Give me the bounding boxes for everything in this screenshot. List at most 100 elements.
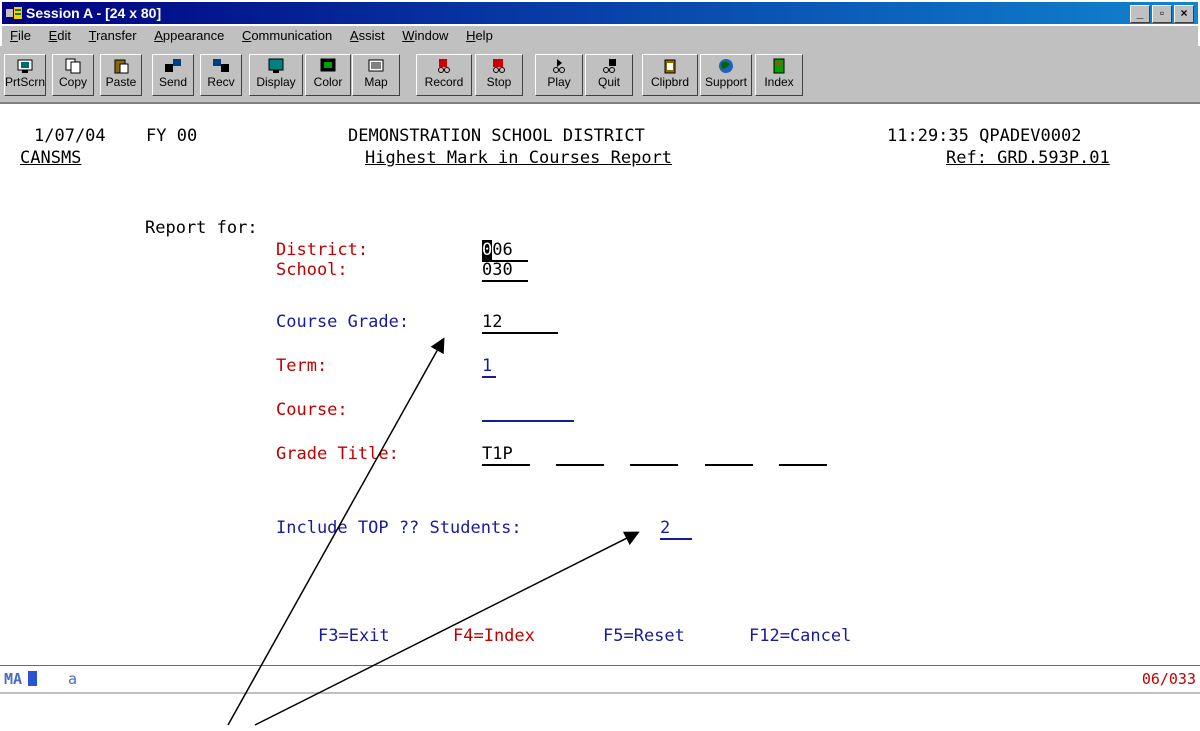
- course-label: Course:: [276, 400, 348, 420]
- f4-index-key[interactable]: F4=Index: [453, 626, 535, 646]
- menu-assist[interactable]: Assist: [350, 28, 385, 43]
- play-icon: [536, 58, 582, 74]
- menu-bar: File Edit Transfer Appearance Communicat…: [2, 26, 1198, 46]
- school-field[interactable]: 030: [482, 260, 528, 282]
- display-toolbar-button[interactable]: Display: [249, 54, 303, 96]
- paste-icon: [101, 58, 141, 74]
- course-field[interactable]: [482, 400, 574, 422]
- menu-appearance[interactable]: Appearance: [154, 28, 224, 43]
- f12-cancel-key[interactable]: F12=Cancel: [749, 626, 851, 646]
- emulator-window: Session A - [24 x 80] _ ▫ × File Edit Tr…: [0, 0, 1200, 731]
- report-for-label: Report for:: [145, 218, 258, 238]
- toolbar-button-label: Stop: [486, 75, 512, 89]
- include-top-field[interactable]: 2: [660, 518, 692, 540]
- report-date: 1/07/04: [34, 126, 106, 146]
- term-label: Term:: [276, 356, 328, 376]
- f5-reset-key[interactable]: F5=Reset: [603, 626, 685, 646]
- paste-toolbar-button[interactable]: Paste: [100, 54, 142, 96]
- recv-toolbar-button[interactable]: Recv: [200, 54, 242, 96]
- terminal-screen: 1/07/04 FY 00 DEMONSTRATION SCHOOL DISTR…: [0, 104, 1200, 664]
- play-toolbar-button[interactable]: Play: [535, 54, 583, 96]
- toolbar-button-label: Recv: [207, 75, 235, 89]
- receive-icon: [201, 58, 241, 74]
- send-toolbar-button[interactable]: Send: [152, 54, 194, 96]
- term-field[interactable]: 1: [482, 356, 496, 378]
- clipboard-icon: [643, 58, 697, 74]
- input-cursor-block: [28, 671, 37, 686]
- time-and-device: 11:29:35 QPADEV0002: [887, 126, 1082, 146]
- support-toolbar-button[interactable]: Support: [700, 54, 752, 96]
- cursor-position: 06/033: [1141, 670, 1196, 688]
- support-icon: [701, 58, 751, 74]
- school-label: School:: [276, 260, 348, 280]
- toolbar-button-label: Color: [313, 75, 343, 89]
- menu-window[interactable]: Window: [402, 28, 448, 43]
- toolbar: PrtScrn Copy Paste Send Recv Display Color Map R…: [0, 46, 1200, 104]
- course-grade-field[interactable]: 12: [482, 312, 558, 334]
- district-value: 06: [492, 240, 513, 260]
- input-mode: a: [68, 670, 78, 688]
- reference-id: Ref: GRD.593P.01: [946, 148, 1110, 168]
- color-icon: [306, 58, 350, 74]
- stop-icon: [476, 58, 522, 74]
- toolbar-button-label: Record: [424, 75, 464, 89]
- district-title: DEMONSTRATION SCHOOL DISTRICT: [348, 126, 645, 146]
- printer-screen-icon: [5, 58, 45, 74]
- quit-toolbar-button[interactable]: Quit: [585, 54, 633, 96]
- grade-title-field-3[interactable]: [630, 444, 678, 466]
- copy-icon: [53, 58, 93, 74]
- system-indicator: MA: [4, 670, 23, 688]
- display-icon: [250, 58, 302, 74]
- toolbar-button-label: Index: [764, 75, 794, 89]
- toolbar-button-label: Display: [256, 75, 296, 89]
- prtscrn-toolbar-button[interactable]: PrtScrn: [4, 54, 46, 96]
- menu-file[interactable]: File: [10, 28, 31, 43]
- course-grade-label: Course Grade:: [276, 312, 410, 332]
- color-toolbar-button[interactable]: Color: [305, 54, 351, 96]
- quit-icon: [586, 58, 632, 74]
- record-icon: [417, 58, 471, 74]
- f3-exit-key[interactable]: F3=Exit: [318, 626, 390, 646]
- grade-title-field-4[interactable]: [705, 444, 753, 466]
- app-icon: [6, 7, 22, 19]
- toolbar-button-label: Send: [158, 75, 188, 89]
- district-field[interactable]: 006: [482, 240, 528, 262]
- include-top-label: Include TOP ?? Students:: [276, 518, 522, 538]
- maximize-button[interactable]: ▫: [1152, 5, 1172, 23]
- grade-title-label: Grade Title:: [276, 444, 399, 464]
- toolbar-button-label: Clipbrd: [650, 75, 689, 89]
- copy-toolbar-button[interactable]: Copy: [52, 54, 94, 96]
- toolbar-button-label: PrtScrn: [5, 75, 46, 89]
- report-title: Highest Mark in Courses Report: [365, 148, 673, 168]
- record-toolbar-button[interactable]: Record: [416, 54, 472, 96]
- toolbar-button-label: Play: [547, 75, 571, 89]
- map-toolbar-button[interactable]: Map: [352, 54, 400, 96]
- close-button[interactable]: ×: [1174, 5, 1194, 23]
- send-icon: [153, 58, 193, 74]
- program-name: CANSMS: [20, 148, 82, 168]
- menu-edit[interactable]: Edit: [49, 28, 71, 43]
- stop-toolbar-button[interactable]: Stop: [475, 54, 523, 96]
- fiscal-year: FY 00: [146, 126, 198, 146]
- window-title: Session A - [24 x 80]: [26, 5, 162, 21]
- operator-info-area: MA a 06/033: [0, 665, 1200, 692]
- grade-title-field-1[interactable]: T1P: [482, 444, 530, 466]
- district-label: District:: [276, 240, 369, 260]
- toolbar-button-label: Support: [704, 75, 748, 89]
- grade-title-field-5[interactable]: [779, 444, 827, 466]
- menu-help[interactable]: Help: [466, 28, 493, 43]
- menu-transfer[interactable]: Transfer: [89, 28, 137, 43]
- text-cursor: 0: [482, 240, 493, 260]
- map-icon: [353, 58, 399, 74]
- menu-communication[interactable]: Communication: [242, 28, 332, 43]
- toolbar-button-label: Copy: [58, 75, 87, 89]
- toolbar-button-label: Quit: [597, 75, 620, 89]
- index-toolbar-button[interactable]: Index: [755, 54, 803, 96]
- minimize-button[interactable]: _: [1130, 5, 1150, 23]
- clipbrd-toolbar-button[interactable]: Clipbrd: [642, 54, 698, 96]
- title-bar: Session A - [24 x 80] _ ▫ ×: [2, 2, 1198, 24]
- toolbar-button-label: Map: [364, 75, 388, 89]
- index-icon: [756, 58, 802, 74]
- toolbar-button-label: Paste: [105, 75, 137, 89]
- grade-title-field-2[interactable]: [556, 444, 604, 466]
